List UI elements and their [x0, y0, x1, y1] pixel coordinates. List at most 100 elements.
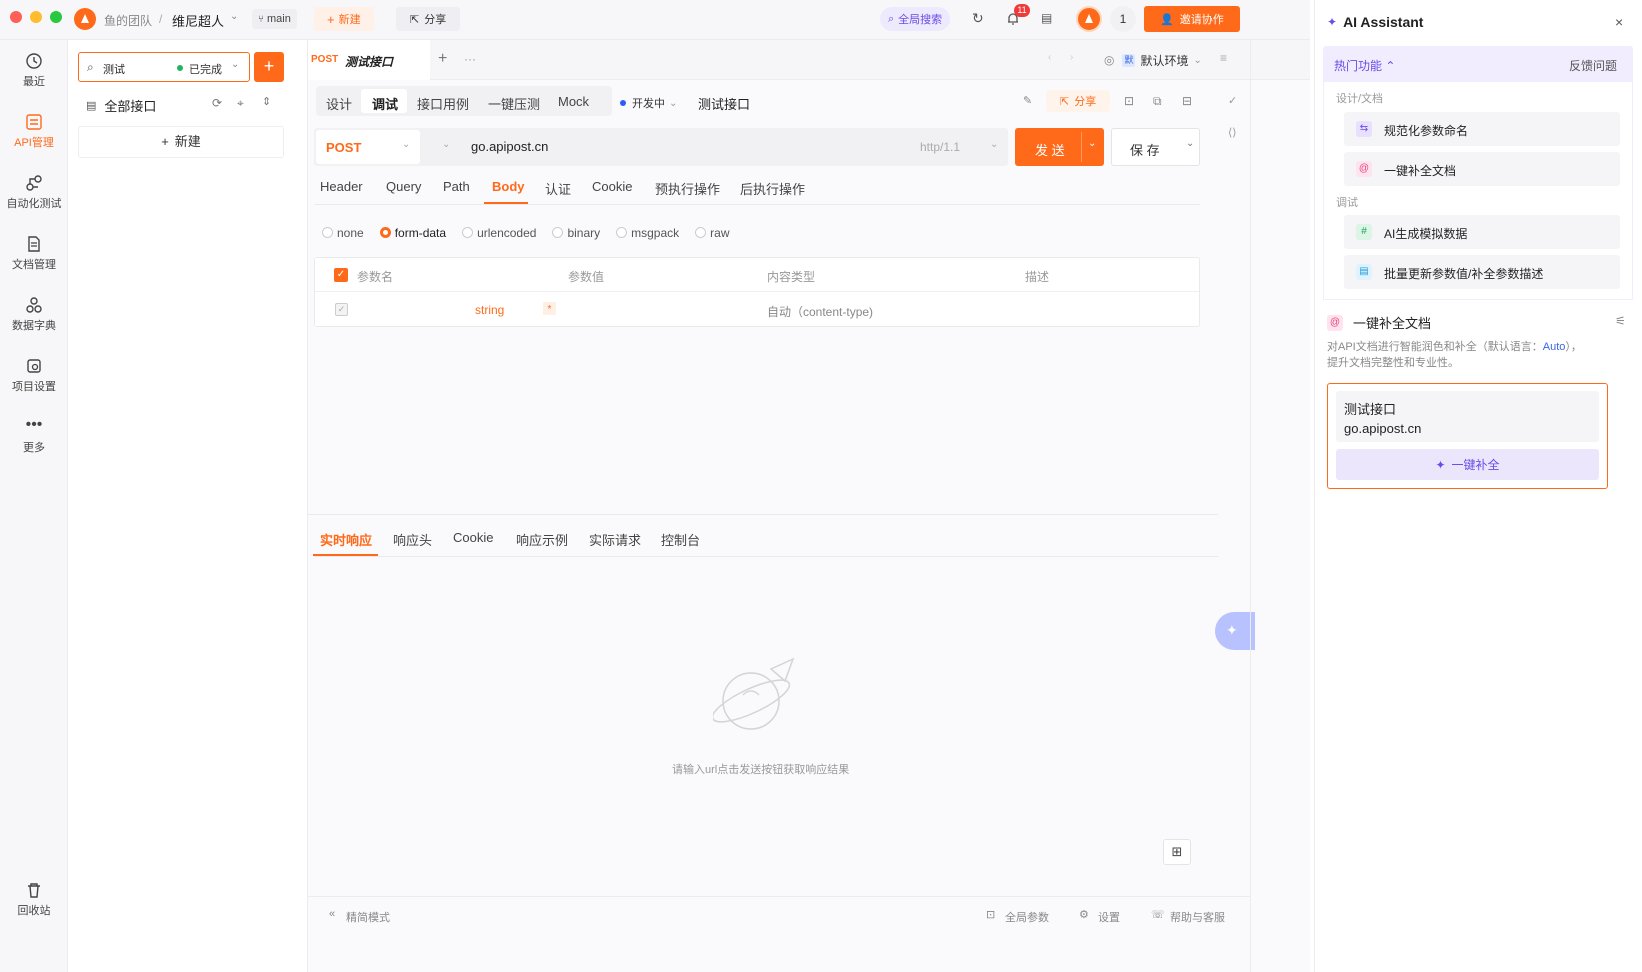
nav-more[interactable]: ••• 更多: [0, 417, 68, 455]
minimize-window-button[interactable]: [30, 11, 42, 23]
new-api-button[interactable]: + 新建: [78, 126, 284, 158]
chevron-down-icon[interactable]: ⌄: [1088, 138, 1096, 149]
nav-automation[interactable]: 自动化测试: [0, 174, 68, 211]
tab-debug[interactable]: 调试: [372, 94, 398, 113]
add-tab-icon[interactable]: +: [438, 50, 447, 68]
send-button[interactable]: 发 送 ⌄: [1015, 128, 1104, 166]
share-button[interactable]: ⇱ 分享: [396, 7, 461, 31]
nav-project-settings[interactable]: 项目设置: [0, 357, 68, 394]
layout-toggle-icon[interactable]: ⊞: [1163, 839, 1191, 865]
tab-query[interactable]: Query: [386, 179, 421, 194]
status-filter[interactable]: 已完成: [189, 61, 222, 77]
tab-live-response[interactable]: 实时响应: [320, 530, 372, 549]
edit-icon[interactable]: ✎: [1023, 94, 1032, 107]
tab-stress-test[interactable]: 一键压测: [488, 94, 540, 113]
locate-icon[interactable]: ⌖: [237, 96, 244, 111]
ai-floating-button[interactable]: ✦: [1215, 612, 1255, 650]
environment-selector[interactable]: ◎ 默 默认环境 ⌄: [1096, 47, 1210, 73]
all-apis-folder[interactable]: ▤ 全部接口: [86, 96, 156, 115]
global-search-button[interactable]: ⌕ 全局搜索: [880, 7, 951, 31]
tab-response-headers[interactable]: 响应头: [393, 530, 432, 549]
nav-docs[interactable]: 文档管理: [0, 235, 68, 272]
feature-complete-docs[interactable]: @ 一键补全文档: [1344, 152, 1620, 186]
api-search-box[interactable]: ⌕ 测试 已完成 ⌄: [78, 52, 250, 82]
menu-icon[interactable]: ≡: [1220, 51, 1227, 65]
language-selector[interactable]: Auto: [1543, 341, 1566, 353]
close-icon[interactable]: ×: [1615, 14, 1623, 30]
tab-path[interactable]: Path: [443, 179, 470, 194]
one-click-complete-button[interactable]: ✦ 一键补全: [1336, 449, 1599, 480]
tab-actual-request[interactable]: 实际请求: [589, 530, 641, 549]
branch-selector[interactable]: ⑂ main: [252, 9, 297, 29]
code-icon[interactable]: ⟨⟩: [1228, 126, 1237, 139]
content-type-value[interactable]: 自动（content-type): [767, 303, 873, 320]
more-tabs-icon[interactable]: ···: [464, 52, 476, 66]
chevron-down-icon[interactable]: ⌄: [231, 59, 239, 70]
radio-none[interactable]: none: [322, 226, 364, 240]
tab-console[interactable]: 控制台: [661, 530, 700, 549]
save-button[interactable]: 保 存 ⌄: [1111, 128, 1200, 166]
chevron-down-icon[interactable]: ⌄: [230, 11, 238, 22]
sliders-icon[interactable]: ⚟: [1615, 314, 1626, 328]
global-params-button[interactable]: 全局参数: [1005, 909, 1049, 925]
tab-response-cookie[interactable]: Cookie: [453, 530, 493, 545]
tab-body[interactable]: Body: [492, 179, 525, 194]
tab-mock[interactable]: Mock: [558, 94, 589, 109]
tab-cookie[interactable]: Cookie: [592, 179, 632, 194]
tab-test-api[interactable]: POST 测试接口: [308, 40, 430, 80]
copy-icon[interactable]: ⧉: [1153, 94, 1162, 109]
project-name[interactable]: 维尼超人: [172, 11, 224, 30]
radio-msgpack[interactable]: msgpack: [616, 226, 679, 240]
radio-urlencoded[interactable]: urlencoded: [462, 226, 536, 240]
api-share-button[interactable]: ⇱ 分享: [1046, 90, 1111, 112]
feature-mock-data[interactable]: # AI生成模拟数据: [1344, 215, 1620, 249]
tab-pre-script[interactable]: 预执行操作: [655, 179, 720, 198]
chevron-down-icon[interactable]: ⌄: [1186, 138, 1194, 149]
help-button[interactable]: 帮助与客服: [1170, 909, 1225, 925]
api-search-input[interactable]: 测试: [103, 61, 125, 77]
row-checkbox[interactable]: ✓: [335, 303, 348, 316]
method-select[interactable]: POST ⌄: [316, 130, 420, 164]
required-toggle[interactable]: *: [543, 302, 556, 315]
nav-data-dictionary[interactable]: 数据字典: [0, 296, 68, 333]
archive-icon[interactable]: ⊟: [1182, 94, 1192, 108]
collapse-icon[interactable]: «: [329, 908, 335, 920]
lock-icon[interactable]: ⊡: [1124, 94, 1134, 108]
scroll-left-icon[interactable]: ‹: [1048, 52, 1051, 63]
settings-button[interactable]: 设置: [1098, 909, 1120, 925]
expand-collapse-icon[interactable]: ⇕: [262, 95, 271, 108]
hot-features-toggle[interactable]: 热门功能 ⌃: [1334, 57, 1395, 74]
maximize-window-button[interactable]: [50, 11, 62, 23]
tab-header[interactable]: Header: [320, 179, 363, 194]
feedback-link[interactable]: 反馈问题: [1569, 57, 1617, 74]
add-api-button[interactable]: +: [254, 52, 284, 82]
new-button[interactable]: + 新建: [314, 7, 374, 31]
invite-button[interactable]: 👤 邀请协作: [1144, 6, 1240, 32]
avatar[interactable]: [1076, 6, 1102, 32]
member-count[interactable]: 1: [1110, 6, 1136, 32]
tab-response-example[interactable]: 响应示例: [516, 530, 568, 549]
simple-mode-toggle[interactable]: 精简模式: [346, 909, 390, 925]
pane-splitter[interactable]: [308, 514, 1218, 515]
nav-recent[interactable]: 最近: [0, 52, 68, 89]
nav-api-management[interactable]: API管理: [0, 113, 68, 150]
url-prefix-chevron-icon[interactable]: ⌄: [442, 139, 450, 150]
status-selector[interactable]: 开发中 ⌄: [620, 95, 677, 111]
feature-normalize-params[interactable]: ⇆ 规范化参数命名: [1344, 112, 1620, 146]
chevron-down-icon[interactable]: ⌄: [990, 139, 998, 150]
feature-batch-update[interactable]: ▤ 批量更新参数值/补全参数描述: [1344, 255, 1620, 289]
check-circle-icon[interactable]: ✓: [1228, 94, 1237, 107]
url-input[interactable]: go.apipost.cn: [471, 139, 548, 154]
param-type-select[interactable]: string: [475, 303, 504, 317]
tab-auth[interactable]: 认证: [545, 179, 571, 198]
refresh-icon[interactable]: ↻: [972, 10, 984, 27]
team-name[interactable]: 鱼的团队: [104, 12, 152, 29]
tab-design[interactable]: 设计: [326, 94, 352, 113]
tab-api-cases[interactable]: 接口用例: [417, 94, 469, 113]
sync-icon[interactable]: ⟳: [212, 96, 222, 110]
scroll-right-icon[interactable]: ›: [1070, 52, 1073, 63]
nav-trash[interactable]: 回收站: [0, 881, 68, 918]
radio-raw[interactable]: raw: [695, 226, 730, 240]
api-name-field[interactable]: 测试接口: [698, 94, 750, 113]
close-window-button[interactable]: [10, 11, 22, 23]
